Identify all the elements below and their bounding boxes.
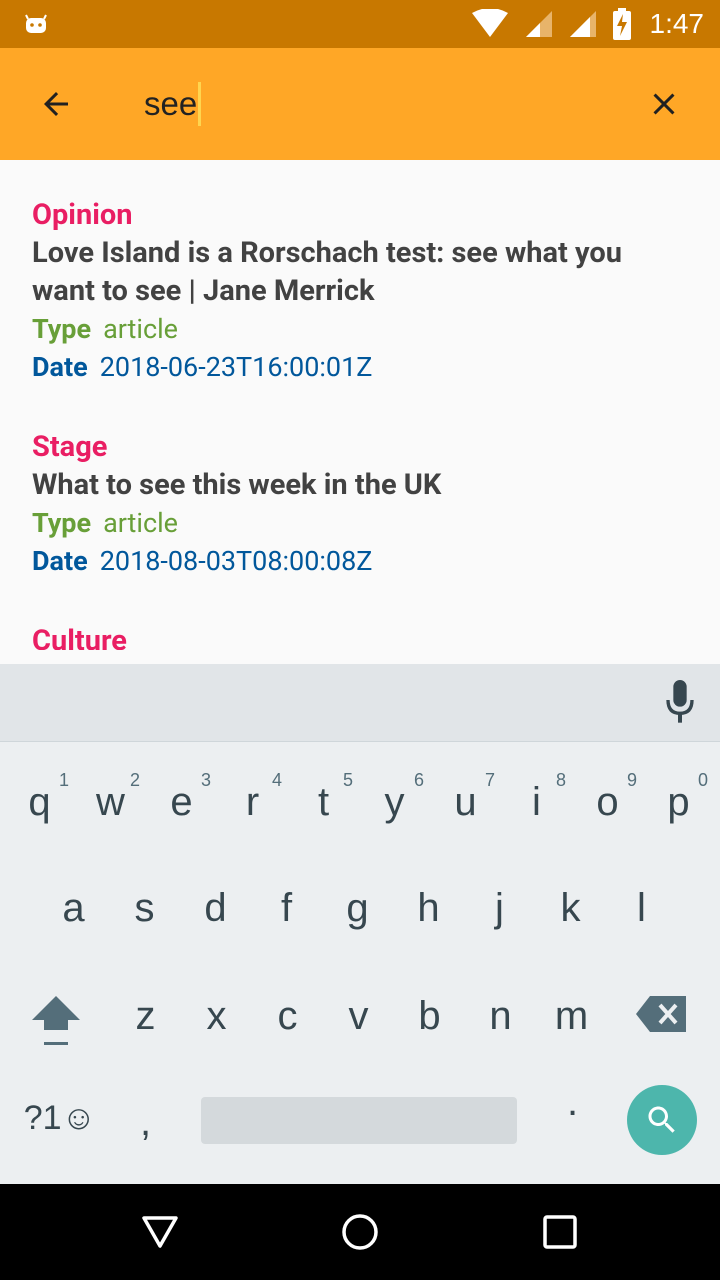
type-value: article	[103, 313, 178, 345]
key-z[interactable]: z	[110, 992, 181, 1040]
key-p[interactable]: p0	[643, 770, 714, 826]
signal-icon	[569, 11, 596, 37]
wifi-icon	[471, 9, 508, 37]
search-toolbar: see	[0, 48, 720, 160]
key-n[interactable]: n	[465, 992, 536, 1040]
date-value: 2018-08-03T08:00:08Z	[99, 545, 373, 577]
key-i[interactable]: i8	[501, 770, 572, 826]
status-bar: 1:47	[0, 0, 720, 48]
key-j[interactable]: j	[464, 884, 535, 932]
key-y[interactable]: y6	[359, 770, 430, 826]
shift-key[interactable]	[20, 992, 91, 1053]
list-item[interactable]: Culture	[32, 622, 692, 650]
backspace-icon	[635, 996, 686, 1032]
result-date-row: Date 2018-06-23T16:00:01Z	[32, 348, 692, 386]
recents-square-icon	[543, 1215, 577, 1249]
key-o[interactable]: o9	[572, 770, 643, 826]
result-type-row: Type article	[32, 504, 692, 542]
soft-keyboard: q1w2e3r4t5y6u7i8o9p0 asdfghjkl zxcvbnm ?…	[0, 664, 720, 1184]
key-x[interactable]: x	[181, 992, 252, 1040]
status-icons: 1:47	[470, 0, 705, 48]
type-label: Type	[32, 507, 92, 539]
key-a[interactable]: a	[38, 884, 109, 932]
key-u[interactable]: u7	[430, 770, 501, 826]
signal-icon	[525, 11, 552, 37]
date-label: Date	[32, 545, 88, 577]
key-s[interactable]: s	[109, 884, 180, 932]
result-headline: What to see this week in the UK	[32, 468, 442, 502]
date-label: Date	[32, 351, 88, 383]
key-m[interactable]: m	[536, 992, 607, 1040]
key-l[interactable]: l	[606, 884, 677, 932]
key-t[interactable]: t5	[288, 770, 359, 826]
search-icon	[648, 1106, 675, 1133]
back-triangle-icon	[142, 1216, 178, 1248]
key-w[interactable]: w2	[75, 770, 146, 826]
key-b[interactable]: b	[394, 992, 465, 1040]
key-d[interactable]: d	[180, 884, 251, 932]
arrow-back-icon	[44, 92, 68, 116]
list-item[interactable]: Stage What to see this week in the UK Ty…	[32, 428, 692, 580]
type-label: Type	[32, 313, 92, 345]
comma-key[interactable]: ,	[110, 1098, 181, 1146]
result-headline: Love Island is a Rorschach test: see wha…	[32, 236, 623, 308]
key-g[interactable]: g	[322, 884, 393, 932]
battery-charging-icon	[612, 8, 631, 40]
key-k[interactable]: k	[535, 884, 606, 932]
key-h[interactable]: h	[393, 884, 464, 932]
key-c[interactable]: c	[252, 992, 323, 1040]
status-time: 1:47	[649, 8, 705, 39]
key-q[interactable]: q1	[4, 770, 75, 826]
type-value: article	[103, 507, 178, 539]
navigation-bar	[0, 1184, 720, 1280]
nav-home-button[interactable]	[336, 1208, 384, 1256]
symbols-key[interactable]: ?1☺	[20, 1094, 100, 1142]
home-circle-icon	[342, 1214, 378, 1250]
key-e[interactable]: e3	[146, 770, 217, 826]
key-r[interactable]: r4	[217, 770, 288, 826]
period-key[interactable]: .	[537, 1078, 608, 1126]
keyboard-search-button[interactable]	[627, 1085, 697, 1155]
android-notification-icon	[25, 14, 47, 33]
backspace-key[interactable]	[626, 994, 697, 1039]
text-cursor	[198, 82, 202, 126]
result-section: Culture	[32, 624, 127, 650]
search-query: see	[144, 85, 198, 122]
shift-icon	[31, 996, 80, 1045]
result-date-row: Date 2018-08-03T08:00:08Z	[32, 542, 692, 580]
clear-search-button[interactable]	[636, 76, 692, 132]
result-section: Opinion	[32, 198, 133, 232]
result-section: Stage	[32, 430, 108, 464]
back-button[interactable]	[28, 76, 84, 132]
nav-recents-button[interactable]	[536, 1208, 584, 1256]
nav-back-button[interactable]	[136, 1208, 184, 1256]
search-input[interactable]: see	[144, 76, 202, 132]
mic-icon[interactable]	[664, 680, 696, 724]
key-f[interactable]: f	[251, 884, 322, 932]
key-v[interactable]: v	[323, 992, 394, 1040]
keyboard-suggestion-bar	[0, 664, 720, 742]
list-item[interactable]: Opinion Love Island is a Rorschach test:…	[32, 196, 692, 386]
search-results-list[interactable]: Opinion Love Island is a Rorschach test:…	[0, 160, 720, 650]
space-bar[interactable]	[201, 1097, 517, 1144]
date-value: 2018-06-23T16:00:01Z	[99, 351, 373, 383]
result-type-row: Type article	[32, 310, 692, 348]
close-icon	[653, 93, 675, 115]
